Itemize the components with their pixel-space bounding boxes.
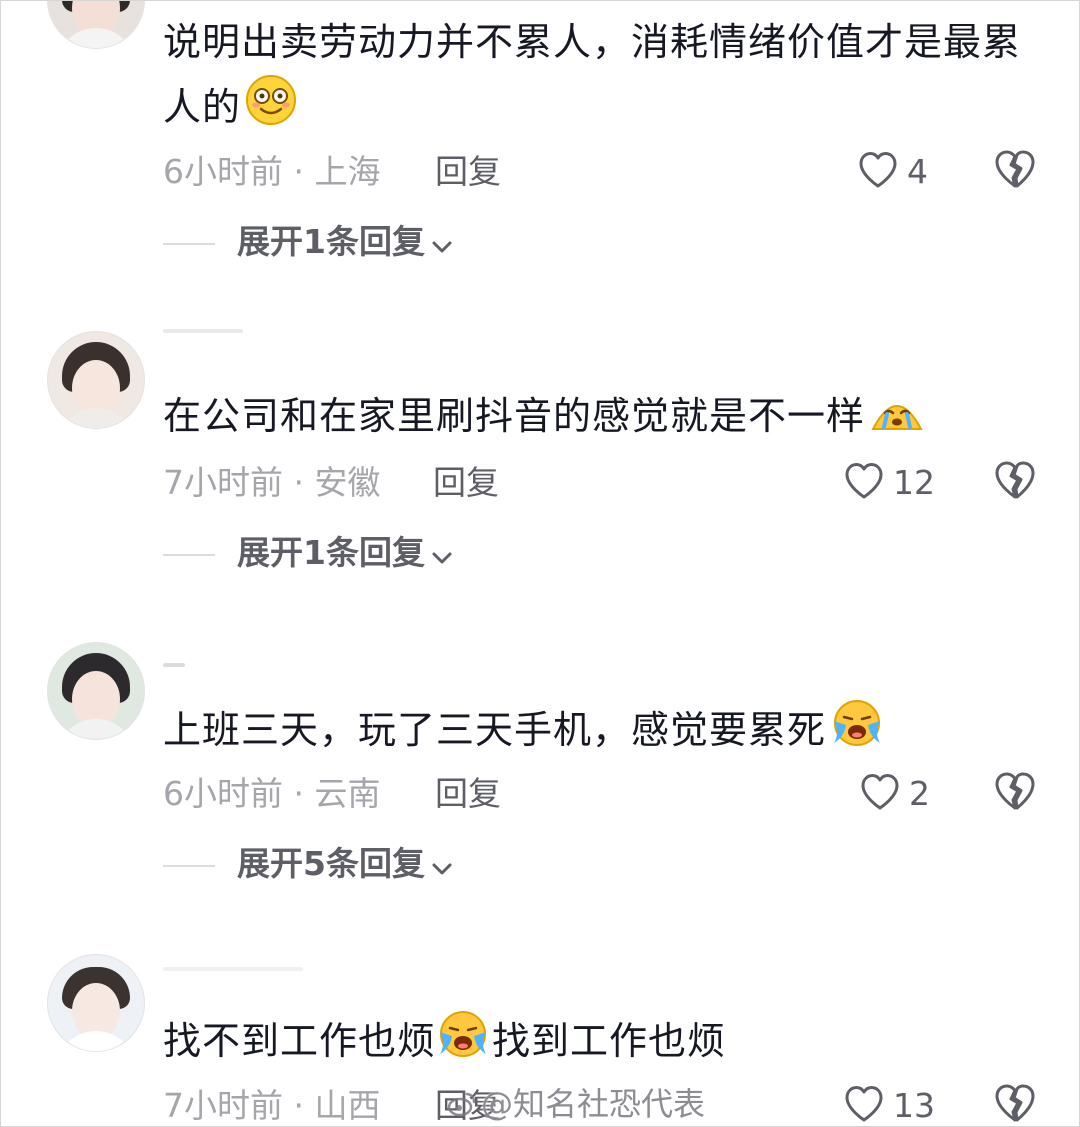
comment-list: 说明出卖劳动力并不累人，消耗情绪价值才是最累人的 6小时前 · 上海 回复 4 … [0, 0, 1080, 1127]
comment-text: 找不到工作也烦 找到工作也烦 [163, 1008, 1043, 1079]
like-button[interactable]: 12 [843, 457, 953, 507]
expand-replies-button[interactable]: 展开1条回复 [163, 221, 563, 265]
broken-heart-icon [995, 461, 1035, 499]
expand-replies-label: 展开5条回复 [237, 844, 453, 886]
dislike-button[interactable] [993, 1082, 1037, 1126]
weibo-logo-icon [447, 1086, 477, 1126]
smiling-face-emoji [245, 74, 297, 145]
crying-face-emoji [869, 383, 925, 454]
heart-outline-icon [859, 152, 897, 188]
expand-divider [163, 865, 215, 867]
like-count: 13 [893, 1086, 935, 1125]
timestamp-location: 6小时前 · 云南 [163, 774, 381, 813]
broken-heart-icon [995, 150, 1035, 188]
broken-heart-icon [995, 772, 1035, 810]
expand-replies-button[interactable]: 展开5条回复 [163, 843, 563, 887]
timestamp-location: 7小时前 · 山西 [163, 1086, 381, 1125]
heart-outline-icon [845, 463, 883, 499]
comment-meta: 6小时前 · 云南 回复 2 [163, 768, 1043, 818]
like-button[interactable]: 13 [843, 1080, 953, 1126]
expand-replies-label: 展开1条回复 [237, 533, 453, 575]
comment-meta: 6小时前 · 上海 回复 4 [163, 146, 1043, 196]
dislike-button[interactable] [993, 148, 1037, 192]
comment-text-part1: 找不到工作也烦 [163, 1019, 437, 1063]
chevron-down-icon [431, 846, 453, 886]
watermark: @知名社恐代表 [447, 1084, 705, 1126]
expand-replies-button[interactable]: 展开1条回复 [163, 532, 563, 576]
comment-text: 在公司和在家里刷抖音的感觉就是不一样 [163, 383, 1043, 454]
expand-divider [163, 554, 215, 556]
like-button[interactable]: 2 [859, 768, 969, 818]
watermark-text: @知名社恐代表 [481, 1085, 706, 1123]
comment-text-content: 在公司和在家里刷抖音的感觉就是不一样 [163, 394, 866, 438]
comment-text: 说明出卖劳动力并不累人，消耗情绪价值才是最累人的 [163, 10, 1043, 145]
avatar[interactable] [47, 954, 145, 1052]
broken-heart-icon [995, 1084, 1035, 1122]
dislike-button[interactable] [993, 770, 1037, 814]
timestamp-location: 6小时前 · 上海 [163, 152, 381, 191]
chevron-down-icon [431, 535, 453, 575]
username-placeholder [163, 663, 185, 667]
reply-button[interactable]: 回复 [433, 463, 499, 503]
expand-replies-text: 展开1条回复 [237, 222, 425, 261]
like-count: 2 [909, 774, 930, 813]
heart-outline-icon [845, 1086, 883, 1122]
expand-divider [163, 243, 215, 245]
username-placeholder [163, 329, 243, 333]
username-placeholder [163, 967, 303, 971]
reply-button[interactable]: 回复 [435, 774, 501, 814]
comment-text-part2: 找到工作也烦 [492, 1019, 727, 1063]
avatar[interactable] [47, 642, 145, 740]
comment-meta: 7小时前 · 安徽 回复 12 [163, 457, 1043, 507]
avatar[interactable] [47, 331, 145, 429]
comment-text: 上班三天，玩了三天手机，感觉要累死 [163, 697, 1043, 768]
avatar[interactable] [47, 1, 145, 49]
dislike-button[interactable] [993, 459, 1037, 503]
loudly-crying-face-emoji [436, 1008, 490, 1079]
expand-replies-text: 展开1条回复 [237, 533, 425, 572]
reply-button[interactable]: 回复 [435, 152, 501, 192]
timestamp-location: 7小时前 · 安徽 [163, 463, 381, 502]
comment-text-content: 上班三天，玩了三天手机，感觉要累死 [163, 708, 827, 752]
expand-replies-label: 展开1条回复 [237, 222, 453, 264]
expand-replies-text: 展开5条回复 [237, 844, 425, 883]
like-count: 4 [907, 152, 928, 191]
heart-outline-icon [861, 774, 899, 810]
chevron-down-icon [431, 224, 453, 264]
loudly-crying-face-emoji [830, 697, 884, 768]
like-count: 12 [893, 463, 935, 502]
like-button[interactable]: 4 [857, 146, 967, 196]
